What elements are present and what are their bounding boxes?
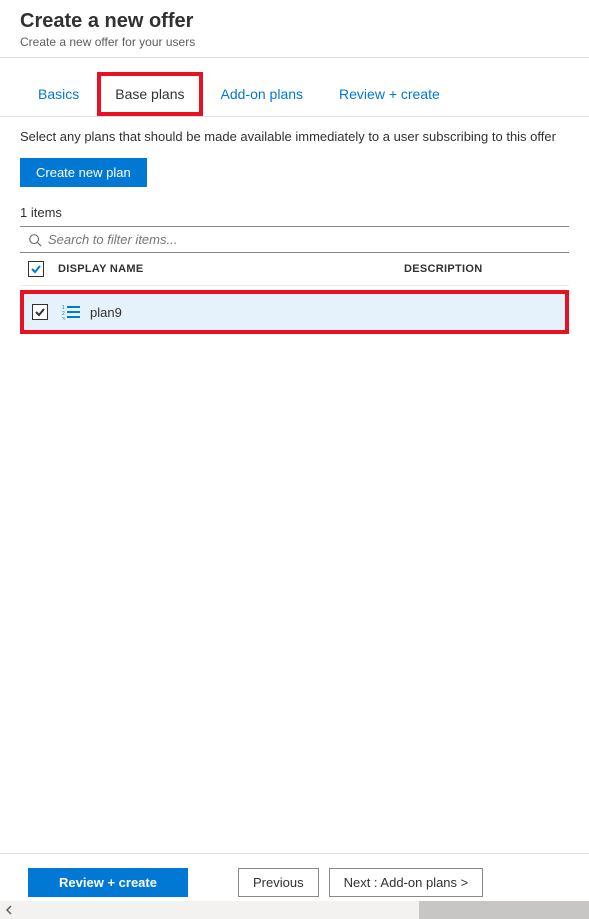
next-button[interactable]: Next : Add-on plans > bbox=[329, 868, 484, 897]
column-header-description[interactable]: DESCRIPTION bbox=[404, 263, 569, 275]
row-checkbox[interactable] bbox=[32, 304, 48, 320]
select-all-checkbox[interactable] bbox=[28, 261, 44, 277]
search-input[interactable] bbox=[48, 232, 561, 247]
tab-addon-plans[interactable]: Add-on plans bbox=[203, 72, 322, 116]
column-header-display-name[interactable]: DISPLAY NAME bbox=[54, 263, 404, 275]
previous-button[interactable]: Previous bbox=[238, 868, 319, 897]
scroll-left-icon[interactable] bbox=[0, 901, 18, 919]
tab-basics[interactable]: Basics bbox=[20, 72, 97, 116]
footer-actions: Review + create Previous Next : Add-on p… bbox=[0, 853, 589, 897]
page-subtitle: Create a new offer for your users bbox=[20, 35, 569, 49]
page-title: Create a new offer bbox=[20, 10, 569, 33]
table-row[interactable]: 1 2 3 plan9 bbox=[20, 290, 569, 334]
page-description: Select any plans that should be made ava… bbox=[20, 129, 569, 144]
create-new-plan-button[interactable]: Create new plan bbox=[20, 158, 147, 187]
item-count-label: 1 items bbox=[20, 205, 569, 220]
tab-base-plans[interactable]: Base plans bbox=[97, 72, 202, 116]
search-box[interactable] bbox=[20, 226, 569, 253]
horizontal-scrollbar[interactable] bbox=[0, 901, 589, 919]
plan-list-icon: 1 2 3 bbox=[62, 304, 80, 320]
svg-text:3: 3 bbox=[62, 317, 65, 320]
tab-review-create[interactable]: Review + create bbox=[321, 72, 458, 116]
scrollbar-thumb[interactable] bbox=[419, 901, 589, 919]
tabs-bar: Basics Base plans Add-on plans Review + … bbox=[0, 72, 589, 117]
page-header: Create a new offer Create a new offer fo… bbox=[0, 0, 589, 58]
table-header: DISPLAY NAME DESCRIPTION bbox=[20, 253, 569, 286]
row-display-name: plan9 bbox=[90, 305, 122, 320]
review-create-button[interactable]: Review + create bbox=[28, 868, 188, 897]
content-area: Select any plans that should be made ava… bbox=[0, 117, 589, 334]
search-icon bbox=[28, 233, 42, 247]
